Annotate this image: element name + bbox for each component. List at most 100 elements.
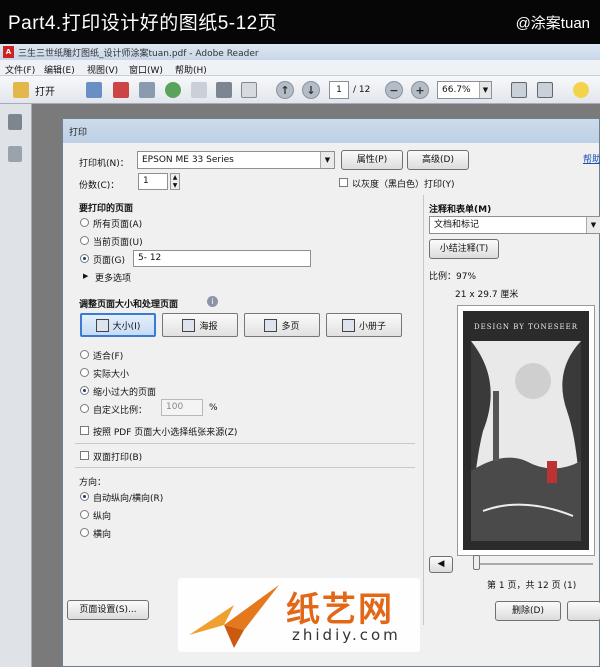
copies-input[interactable]: 1 [138,173,168,190]
auto-orientation-label: 自动纵向/横向(R) [93,494,164,504]
edit-icon [139,82,155,98]
toolbar: 打开 ↑ ↓ 1 / 12 − + 66.7% ▼ [0,76,600,104]
chevron-down-icon: ▼ [479,82,491,98]
divider [75,467,415,468]
print-preview: DESIGN BY TONESEER [457,305,595,556]
fit-page-icon [537,82,553,98]
chevron-down-icon: ▼ [586,217,600,233]
comments-heading: 注释和表单(M) [429,205,492,215]
save-button[interactable] [188,80,210,100]
arrow-up-icon: ↑ [276,81,294,99]
window-titlebar: A 三生三世纸雕灯图纸_设计师涂案tuan.pdf - Adobe Reader [0,44,600,60]
menu-file[interactable]: 文件(F) [5,63,35,76]
pdf-app-icon: A [3,46,14,58]
scale-text: 比例：97% [429,272,477,282]
edit-button[interactable] [136,80,158,100]
comments-select[interactable]: 文档和标记 ▼ [429,216,600,234]
radio-actual-size[interactable] [80,368,89,377]
preview-slider-thumb[interactable] [473,555,480,570]
orientation-label: 方向： [79,478,107,488]
grayscale-label: 以灰度（黑白色）打印(Y) [352,180,455,190]
menu-view[interactable]: 视图(V) [87,63,118,76]
custom-scale-input[interactable]: 100 [161,399,203,416]
radio-auto-orientation[interactable] [80,492,89,501]
dialog-title: 打印 [63,119,599,143]
help-link[interactable]: 帮助 [583,152,600,165]
radio-page-range[interactable] [80,254,89,263]
current-page-label: 当前页面(U) [93,238,143,248]
printer-label: 打印机(N)： [79,159,129,169]
page-range-input[interactable]: 5- 12 [133,250,311,267]
preview-slider-track[interactable] [473,563,593,565]
printer-select[interactable]: EPSON ME 33 Series ▼ [137,151,335,169]
size-button[interactable]: 大小(I) [80,313,156,337]
landscape-label: 横向 [93,530,112,540]
page-number-input[interactable]: 1 [329,81,349,99]
cloud-button[interactable] [162,80,184,100]
email-button[interactable] [238,80,260,100]
paper-source-checkbox[interactable] [80,426,89,435]
triangle-right-icon[interactable]: ▶ [83,272,88,280]
page-range-label: 页面(G) [93,256,125,266]
menu-window[interactable]: 窗口(W) [129,63,163,76]
email-icon [241,82,257,98]
pages-panel-icon[interactable] [8,114,22,130]
extra-button[interactable] [567,601,600,621]
open-button[interactable]: 打开 [4,80,64,100]
poster-button[interactable]: 海报 [162,313,238,337]
fit-width-button[interactable] [508,80,530,100]
zoom-in-button[interactable]: + [409,80,431,100]
booklet-button[interactable]: 小册子 [326,313,402,337]
more-options-link[interactable]: 更多选项 [95,271,131,284]
combine-button[interactable] [110,80,132,100]
duplex-checkbox[interactable] [80,451,89,460]
cloud-upload-icon [165,82,181,98]
poster-preview: DESIGN BY TONESEER [463,311,589,550]
divider [75,443,415,444]
duplex-label: 双面打印(B) [93,453,143,463]
radio-fit[interactable] [80,350,89,359]
zoom-out-button[interactable]: − [383,80,405,100]
grayscale-checkbox[interactable] [339,178,348,187]
print-button[interactable] [213,80,235,100]
radio-landscape[interactable] [80,528,89,537]
tutorial-banner: Part4.打印设计好的图纸5-12页 @涂案tuan [0,0,600,44]
radio-all-pages[interactable] [80,218,89,227]
radio-portrait[interactable] [80,510,89,519]
copies-stepper[interactable]: ▲ ▼ [170,173,180,190]
info-icon[interactable]: i [207,296,218,307]
attachment-icon[interactable] [8,146,22,162]
comment-icon [573,82,589,98]
page-of-text: 第 1 页，共 12 页 (1) [487,581,577,591]
comment-button[interactable] [570,80,592,100]
prev-preview-button[interactable]: ◀ [429,556,453,573]
arrow-down-icon: ↓ [302,81,320,99]
all-pages-label: 所有页面(A) [93,220,143,230]
radio-shrink[interactable] [80,386,89,395]
poster-artwork [471,341,581,541]
properties-button[interactable]: 属性(P) [341,150,403,170]
menu-help[interactable]: 帮助(H) [175,63,207,76]
zoom-select[interactable]: 66.7% ▼ [437,81,492,99]
next-page-button[interactable]: ↓ [300,80,322,100]
fit-width-icon [511,82,527,98]
portrait-label: 纵向 [93,512,112,522]
delete-button[interactable]: 删除(D) [495,601,561,621]
radio-custom-scale[interactable] [80,404,89,413]
fit-label: 适合(F) [93,352,124,362]
fit-page-button[interactable] [534,80,556,100]
page-setup-button[interactable]: 页面设置(S)... [67,600,149,620]
create-pdf-button[interactable] [83,80,105,100]
custom-scale-label: 自定义比例： [93,406,148,416]
menu-edit[interactable]: 编辑(E) [44,63,75,76]
size-icon [95,318,109,332]
summarize-button[interactable]: 小结注释(T) [429,239,499,259]
window-title: 三生三世纸雕灯图纸_设计师涂案tuan.pdf - Adobe Reader [18,49,259,59]
save-icon [191,82,207,98]
advanced-button[interactable]: 高级(D) [407,150,469,170]
chevron-down-icon: ▼ [320,152,334,168]
multiple-button[interactable]: 多页 [244,313,320,337]
banner-author: @涂案tuan [515,15,590,32]
radio-current-page[interactable] [80,236,89,245]
prev-page-button[interactable]: ↑ [274,80,296,100]
